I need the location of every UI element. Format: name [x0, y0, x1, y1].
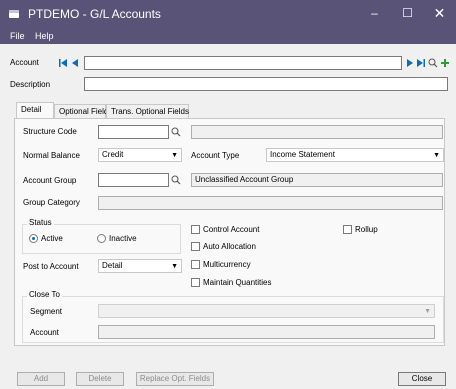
auto-allocation-label: Auto Allocation [203, 242, 256, 251]
app-icon [9, 10, 19, 18]
multicurrency-label: Multicurrency [203, 260, 251, 269]
menu-file[interactable]: File [10, 31, 25, 41]
normal-balance-label: Normal Balance [23, 151, 80, 160]
close-window-button[interactable]: ✕ [423, 0, 456, 29]
post-to-account-select[interactable]: Detail ▼ [98, 259, 182, 273]
menu-help[interactable]: Help [35, 31, 54, 41]
account-type-label: Account Type [191, 151, 240, 160]
chevron-down-icon: ▼ [171, 152, 178, 159]
finder-icon[interactable] [428, 57, 438, 69]
close-button[interactable]: Close [398, 372, 446, 386]
segment-select[interactable]: ▼ [98, 304, 435, 318]
structure-code-input[interactable] [98, 125, 169, 139]
description-input[interactable] [84, 77, 448, 91]
structure-code-finder-icon[interactable] [171, 126, 181, 138]
maintain-quantities-label: Maintain Quantities [203, 278, 272, 287]
group-category-field [98, 196, 443, 210]
tab-detail[interactable]: Detail [16, 102, 54, 119]
rollup-checkbox[interactable] [343, 225, 352, 234]
last-record-icon[interactable] [416, 57, 426, 69]
tab-trans-optional-fields[interactable]: Trans. Optional Fields [106, 104, 189, 119]
segment-label: Segment [30, 307, 63, 316]
post-to-account-label: Post to Account [23, 262, 79, 271]
close-account-field [98, 325, 435, 339]
first-record-icon[interactable] [58, 57, 68, 69]
account-type-select[interactable]: Income Statement ▼ [266, 148, 444, 162]
control-account-label: Control Account [203, 225, 260, 234]
status-inactive-label: Inactive [109, 234, 137, 243]
status-active-label: Active [41, 234, 63, 243]
normal-balance-select[interactable]: Credit ▼ [98, 148, 182, 162]
status-inactive-radio[interactable] [97, 234, 106, 243]
account-group-finder-icon[interactable] [171, 174, 181, 186]
maximize-button[interactable]: ☐ [391, 0, 424, 29]
status-active-radio[interactable] [29, 234, 38, 243]
control-account-checkbox[interactable] [191, 225, 200, 234]
chevron-down-icon: ▼ [424, 308, 431, 315]
tab-optional-fields[interactable]: Optional Fields [54, 104, 112, 119]
close-to-label: Close To [27, 290, 62, 299]
structure-code-label: Structure Code [23, 127, 77, 136]
replace-opt-fields-button[interactable]: Replace Opt. Fields [136, 372, 214, 386]
previous-record-icon[interactable] [71, 57, 81, 69]
add-new-icon[interactable] [440, 57, 450, 69]
title-bar: PTDEMO - G/L Accounts – ☐ ✕ [0, 0, 456, 29]
chevron-down-icon: ▼ [433, 152, 440, 159]
multicurrency-checkbox[interactable] [191, 260, 200, 269]
delete-button[interactable]: Delete [76, 372, 124, 386]
close-account-label: Account [30, 328, 59, 337]
account-group-label: Account Group [23, 176, 77, 185]
window-title: PTDEMO - G/L Accounts [28, 7, 161, 21]
status-label: Status [27, 218, 54, 227]
maintain-quantities-checkbox[interactable] [191, 278, 200, 287]
description-label: Description [10, 80, 51, 89]
minimize-button[interactable]: – [358, 0, 391, 29]
next-record-icon[interactable] [406, 57, 416, 69]
account-label: Account [10, 58, 39, 67]
rollup-label: Rollup [355, 225, 378, 234]
structure-description-field [191, 125, 443, 139]
account-group-description-field: Unclassified Account Group [191, 173, 443, 187]
account-group-input[interactable] [98, 173, 169, 187]
account-input[interactable] [84, 56, 402, 70]
menu-bar: File Help [0, 29, 456, 44]
chevron-down-icon: ▼ [171, 263, 178, 270]
group-category-label: Group Category [23, 198, 80, 207]
auto-allocation-checkbox[interactable] [191, 242, 200, 251]
add-button[interactable]: Add [17, 372, 65, 386]
